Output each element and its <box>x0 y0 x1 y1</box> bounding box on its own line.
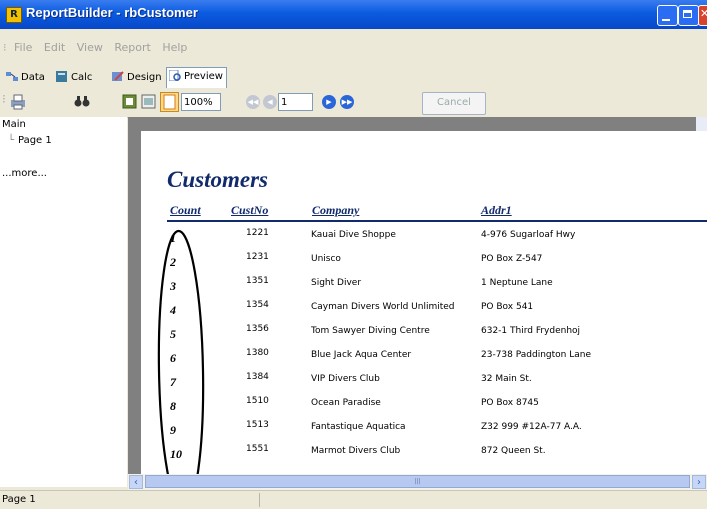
last-page-icon[interactable]: ▶▶ <box>340 95 354 109</box>
page-icon <box>163 94 176 110</box>
menu-help[interactable]: Help <box>162 41 187 54</box>
search-button[interactable] <box>74 93 90 112</box>
tree-more-link[interactable]: ...more... <box>2 168 47 179</box>
prior-page-icon[interactable]: ◀ <box>263 95 277 109</box>
menu-view[interactable]: View <box>77 41 103 54</box>
menu-grip-icon: ⁝ <box>3 41 7 54</box>
scroll-right-icon[interactable]: › <box>692 475 706 489</box>
menu-edit[interactable]: Edit <box>44 41 65 54</box>
annotation-ellipse <box>157 229 205 474</box>
design-icon <box>112 71 124 82</box>
tab-strip: Data Calc Design Preview <box>0 66 707 88</box>
preview-toolbar: ⁝ 100% ◀◀ ◀ 1 ▶ ▶▶ Cancel <box>0 89 707 118</box>
toolbar-grip-icon: ⁝ <box>2 92 6 106</box>
menu-file[interactable]: File <box>14 41 32 54</box>
data-icon <box>6 71 18 82</box>
tab-preview[interactable]: Preview <box>166 67 227 88</box>
calc-icon <box>56 71 68 82</box>
preview-icon <box>168 69 181 82</box>
menu-report[interactable]: Report <box>114 41 150 54</box>
print-button[interactable] <box>9 93 27 112</box>
report-page: Customers Count CustNo Company Addr1 1 12… <box>141 131 707 474</box>
next-page-icon[interactable]: ▶ <box>322 95 336 109</box>
tab-design[interactable]: Design <box>110 69 165 87</box>
tab-calc-label: Calc <box>71 72 93 83</box>
printer-icon <box>11 94 25 110</box>
maximize-button[interactable] <box>678 5 699 26</box>
cancel-button[interactable]: Cancel <box>422 92 486 115</box>
whole-page-button[interactable] <box>122 93 138 112</box>
window-title: ReportBuilder - rbCustomer <box>26 5 198 20</box>
page-width-icon <box>141 94 156 109</box>
horizontal-scrollbar[interactable]: ‹ ||| › <box>128 474 707 490</box>
outline-tree: Main └ Page 1 ...more... <box>0 117 127 487</box>
page-width-button[interactable] <box>141 93 157 112</box>
tree-connector-icon: └ <box>8 135 15 146</box>
tab-design-label: Design <box>127 72 162 83</box>
zoom-field[interactable]: 100% <box>181 93 221 111</box>
close-button[interactable] <box>698 5 707 26</box>
page-number-field[interactable]: 1 <box>278 93 313 111</box>
scroll-left-icon[interactable]: ‹ <box>129 475 143 489</box>
tree-node-page-1[interactable]: Page 1 <box>18 135 52 146</box>
minimize-button[interactable] <box>657 5 678 26</box>
zoom-100-button[interactable] <box>160 92 179 112</box>
tree-node-main[interactable]: Main <box>2 119 26 130</box>
status-bar: Page 1 <box>0 490 707 509</box>
binoculars-icon <box>74 96 90 107</box>
first-page-icon[interactable]: ◀◀ <box>246 95 260 109</box>
tab-preview-label: Preview <box>184 71 223 82</box>
status-text: Page 1 <box>2 494 36 505</box>
title-bar: R ReportBuilder - rbCustomer <box>0 0 707 29</box>
tab-data-label: Data <box>21 72 45 83</box>
whole-page-icon <box>122 94 137 109</box>
tab-calc[interactable]: Calc <box>54 69 95 87</box>
app-icon: R <box>6 7 22 23</box>
menu-bar: ⁝ File Edit View Report Help <box>0 41 707 61</box>
tab-data[interactable]: Data <box>4 69 48 87</box>
status-divider <box>259 493 260 507</box>
scroll-thumb[interactable]: ||| <box>145 475 690 488</box>
